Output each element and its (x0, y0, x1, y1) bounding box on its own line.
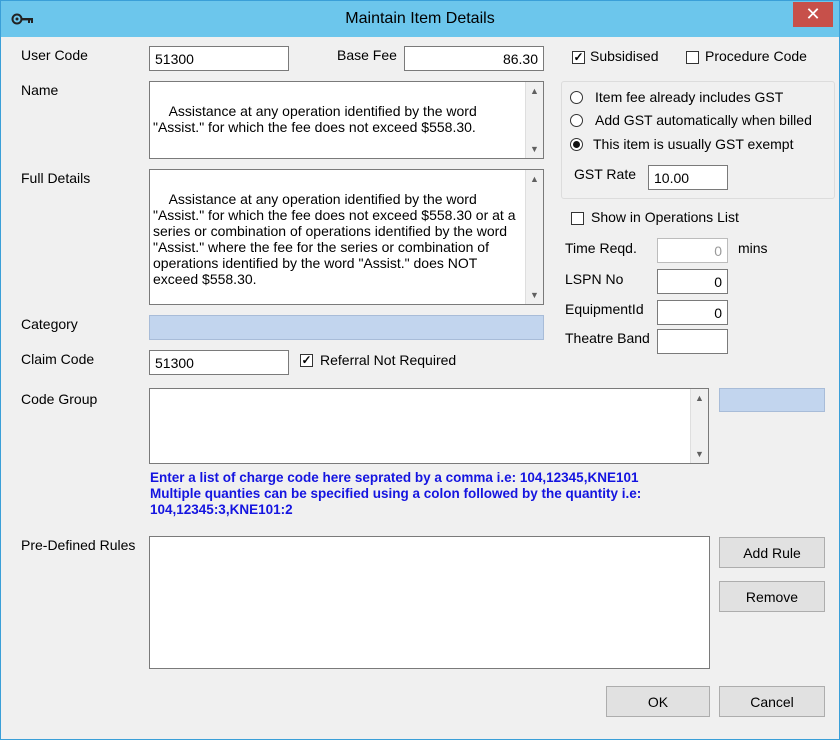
code-group-hint-line2: Multiple quanties can be specified using… (150, 486, 642, 501)
name-scrollbar[interactable]: ▲ ▼ (525, 82, 543, 158)
equipment-id-label: EquipmentId (565, 301, 644, 317)
theatre-band-input[interactable] (657, 329, 728, 354)
full-details-textarea[interactable]: Assistance at any operation identified b… (149, 169, 544, 305)
show-in-operations-list-label: Show in Operations List (591, 209, 739, 225)
time-reqd-unit: mins (738, 240, 768, 256)
referral-not-required-label: Referral Not Required (320, 352, 457, 368)
equipment-id-input[interactable] (657, 300, 728, 325)
scroll-up-icon[interactable]: ▲ (526, 170, 543, 188)
code-group-indicator (719, 388, 825, 412)
add-rule-button[interactable]: Add Rule (719, 537, 825, 568)
user-code-input[interactable] (149, 46, 289, 71)
gst-option-add-radio[interactable] (570, 114, 583, 127)
code-group-hint-line3: 104,12345:3,KNE101:2 (150, 502, 293, 517)
scroll-down-icon[interactable]: ▼ (526, 286, 543, 304)
code-group-hint-line1: Enter a list of charge code here seprate… (150, 470, 639, 485)
full-details-text: Assistance at any operation identified b… (153, 191, 520, 287)
full-details-scrollbar[interactable]: ▲ ▼ (525, 170, 543, 304)
show-in-operations-list-checkbox[interactable] (571, 212, 584, 225)
window-title: Maintain Item Details (345, 10, 495, 27)
base-fee-label: Base Fee (337, 47, 397, 63)
user-code-label: User Code (21, 47, 88, 63)
code-group-textarea[interactable]: ▲ ▼ (149, 388, 709, 464)
claim-code-label: Claim Code (21, 351, 95, 367)
full-details-label: Full Details (21, 170, 91, 186)
subsidised-label: Subsidised (590, 48, 659, 64)
name-textarea[interactable]: Assistance at any operation identified b… (149, 81, 544, 159)
predefined-rules-label: Pre-Defined Rules (21, 537, 136, 553)
category-label: Category (21, 316, 78, 332)
gst-option-includes-label: Item fee already includes GST (595, 89, 784, 105)
subsidised-checkbox[interactable]: ✓ (572, 51, 585, 64)
scroll-up-icon[interactable]: ▲ (691, 389, 708, 407)
check-mark-icon: ✓ (573, 50, 584, 64)
time-reqd-input[interactable] (657, 238, 728, 263)
title-bar[interactable]: Maintain Item Details ✕ (1, 1, 839, 37)
code-group-scrollbar[interactable]: ▲ ▼ (690, 389, 708, 463)
base-fee-input[interactable] (404, 46, 544, 71)
name-text: Assistance at any operation identified b… (153, 103, 481, 135)
close-button[interactable]: ✕ (793, 2, 833, 27)
gst-rate-label: GST Rate (574, 166, 636, 182)
remove-rule-button[interactable]: Remove (719, 581, 825, 612)
gst-option-add-label: Add GST automatically when billed (595, 112, 812, 128)
gst-option-exempt-label: This item is usually GST exempt (593, 136, 794, 152)
theatre-band-label: Theatre Band (565, 330, 650, 346)
maintain-item-details-window: Maintain Item Details ✕ User Code Base F… (0, 0, 840, 740)
category-field[interactable] (149, 315, 544, 340)
code-group-label: Code Group (21, 391, 98, 407)
check-mark-icon: ✓ (301, 353, 312, 367)
scroll-up-icon[interactable]: ▲ (526, 82, 543, 100)
ok-button[interactable]: OK (606, 686, 710, 717)
scroll-down-icon[interactable]: ▼ (526, 140, 543, 158)
lspn-no-input[interactable] (657, 269, 728, 294)
name-label: Name (21, 82, 59, 98)
referral-not-required-checkbox[interactable]: ✓ (300, 354, 313, 367)
predefined-rules-list[interactable] (149, 536, 710, 669)
claim-code-input[interactable] (149, 350, 289, 375)
time-reqd-label: Time Reqd. (565, 240, 637, 256)
gst-option-exempt-radio[interactable] (570, 138, 583, 151)
procedure-code-checkbox[interactable] (686, 51, 699, 64)
procedure-code-label: Procedure Code (705, 48, 807, 64)
gst-option-includes-radio[interactable] (570, 91, 583, 104)
scroll-down-icon[interactable]: ▼ (691, 445, 708, 463)
lspn-no-label: LSPN No (565, 271, 624, 287)
gst-rate-input[interactable] (648, 165, 728, 190)
cancel-button[interactable]: Cancel (719, 686, 825, 717)
